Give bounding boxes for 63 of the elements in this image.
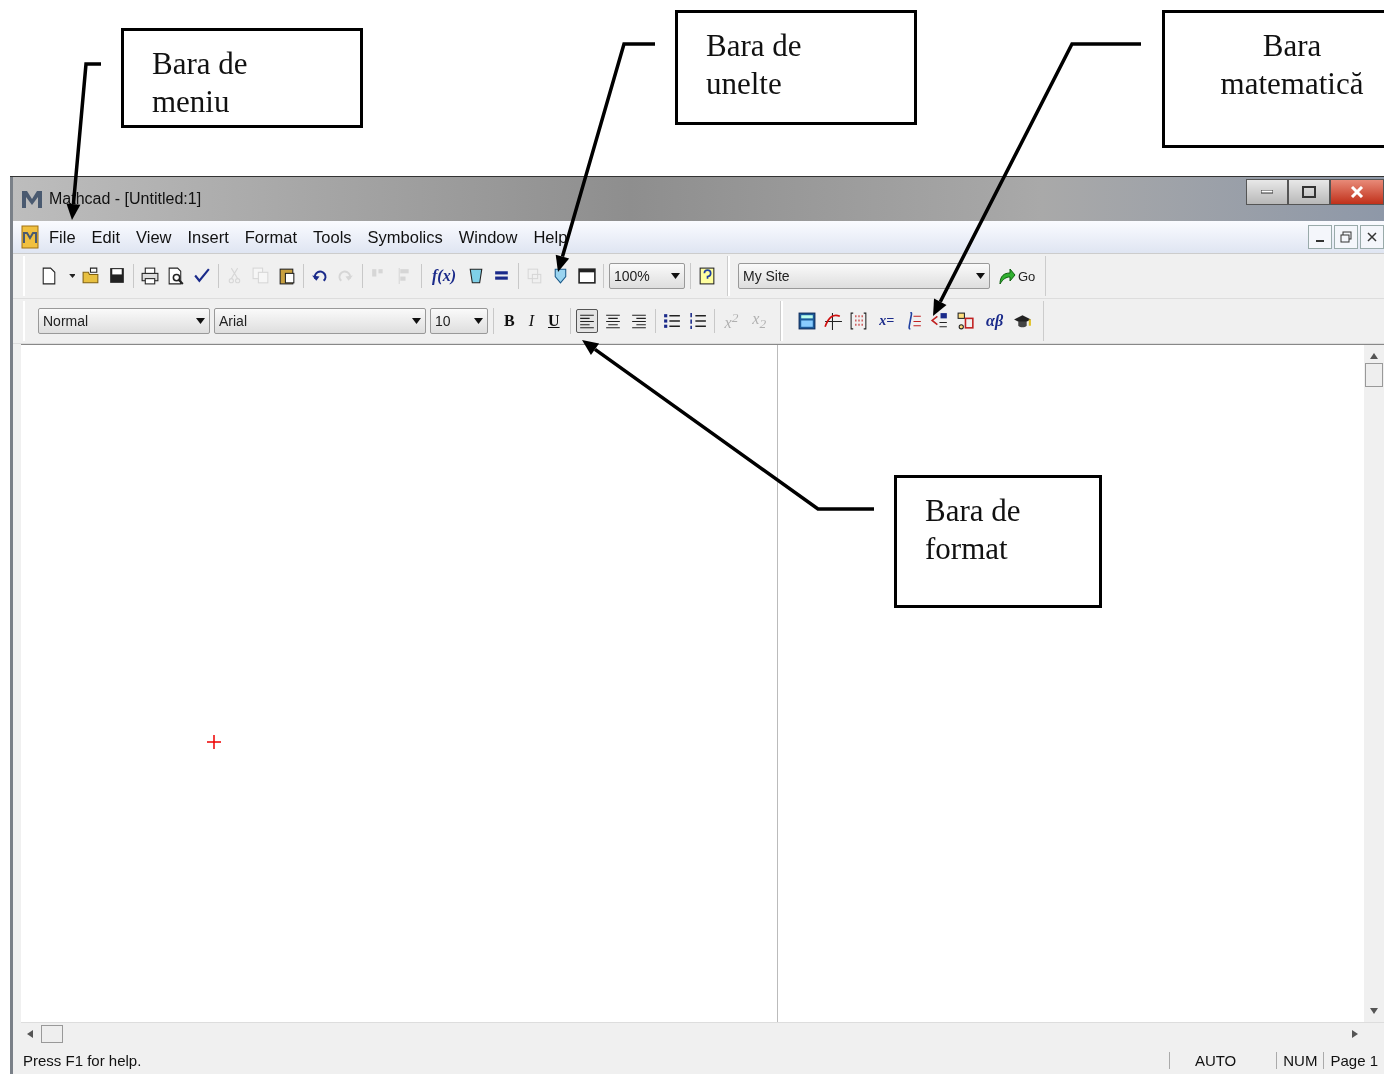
callout-text: Bara de	[152, 45, 249, 83]
close-button[interactable]	[1330, 179, 1384, 205]
app-logo-icon	[21, 188, 43, 210]
callout-text: format	[925, 530, 1009, 568]
menu-item[interactable]: Insert	[179, 225, 237, 249]
scroll-thumb[interactable]	[41, 1025, 63, 1043]
callout-text: Bara de	[925, 492, 1022, 530]
bold-button[interactable]: B	[499, 308, 520, 334]
menu-item[interactable]: Format	[236, 225, 306, 249]
restore-icon	[1340, 231, 1352, 243]
dropdown[interactable]: Normal	[38, 308, 210, 334]
scroll-up-icon[interactable]	[1370, 353, 1378, 359]
caret-icon	[671, 273, 680, 279]
close-button[interactable]	[1360, 225, 1384, 249]
minimize-button[interactable]	[1308, 225, 1332, 249]
greek-button[interactable]: αβ	[981, 308, 1009, 334]
go-button[interactable]: Go	[990, 266, 1042, 286]
scroll-down-icon[interactable]	[1370, 1008, 1378, 1014]
caret-icon	[196, 318, 205, 324]
minimize-icon	[1316, 240, 1324, 242]
callout-text: meniu	[152, 83, 231, 121]
address-dropdown[interactable]: My Site	[738, 263, 990, 289]
callout-text: matematică	[1220, 65, 1364, 103]
callout-text: Bara de	[706, 27, 803, 65]
menu-item[interactable]: Window	[450, 225, 526, 249]
align-left-icon[interactable]	[575, 309, 598, 333]
vertical-scrollbar[interactable]	[1364, 345, 1384, 1022]
menu-item[interactable]: Symbolics	[359, 225, 451, 249]
menu-item[interactable]: View	[128, 225, 180, 249]
scroll-right-icon[interactable]	[1352, 1030, 1358, 1038]
caret-icon	[412, 318, 421, 324]
maximize-button[interactable]	[1288, 179, 1330, 205]
status-text: AUTO	[1169, 1051, 1277, 1069]
status-text: Page 1	[1323, 1051, 1384, 1069]
curved-arrow-icon	[996, 266, 1016, 286]
dropdown[interactable]: 100%	[609, 263, 685, 289]
printer-icon[interactable]	[139, 264, 161, 288]
underline-button[interactable]: U	[543, 308, 565, 334]
scroll-left-icon[interactable]	[27, 1030, 33, 1038]
crosshair-cursor-icon	[207, 735, 221, 749]
caret-icon	[474, 318, 483, 324]
document-icon[interactable]	[19, 225, 41, 249]
menu-item[interactable]: File	[41, 225, 84, 249]
menu-item[interactable]: Tools	[305, 225, 360, 249]
close-icon	[1350, 186, 1364, 198]
menu-item[interactable]: Help	[525, 225, 576, 249]
evaluation-button[interactable]: x=	[874, 308, 900, 334]
dropdown[interactable]: 10	[430, 308, 488, 334]
callout-text: Bara	[1262, 27, 1322, 65]
italic-button[interactable]: I	[523, 308, 539, 334]
callout-text: unelte	[706, 65, 783, 103]
caret-icon	[976, 273, 985, 279]
minimize-button[interactable]	[1246, 179, 1288, 205]
function-button[interactable]: f(x)	[427, 263, 461, 289]
status-text: Press F1 for help.	[22, 1051, 143, 1069]
calculator-icon[interactable]	[796, 309, 819, 333]
maximize-icon	[1302, 186, 1316, 198]
close-icon	[1367, 232, 1377, 242]
scroll-thumb[interactable]	[1365, 363, 1383, 387]
dropdown[interactable]: Arial	[214, 308, 426, 334]
minimize-icon	[1261, 190, 1273, 194]
menu-item[interactable]: Edit	[83, 225, 129, 249]
status-text: NUM	[1276, 1051, 1324, 1069]
